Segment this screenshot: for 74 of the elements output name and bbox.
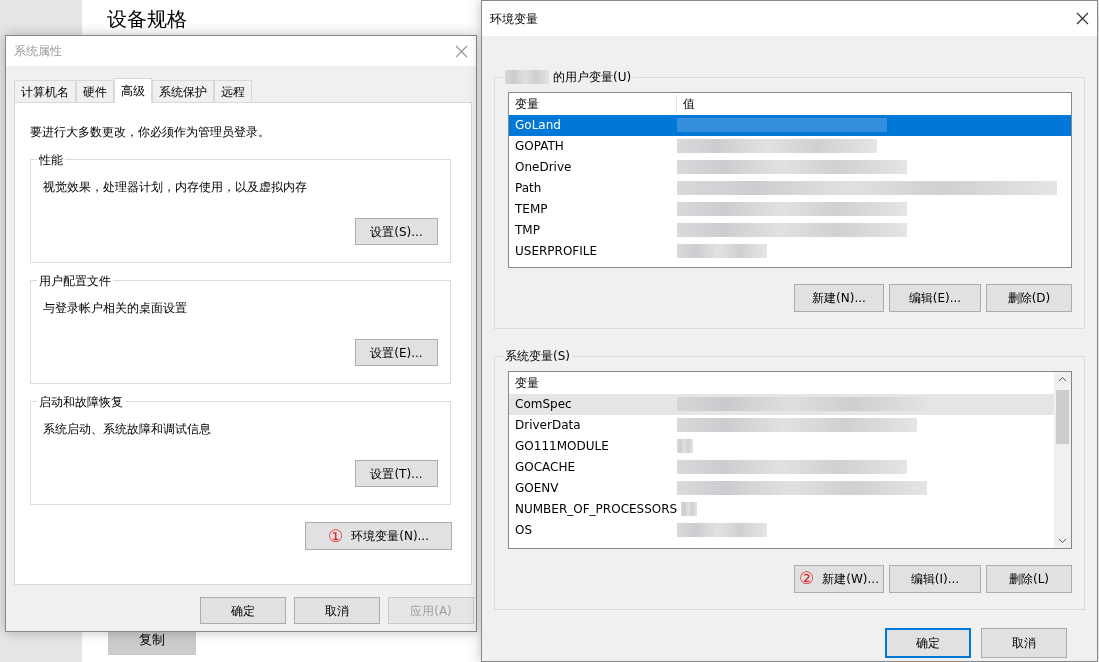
- table-row[interactable]: GO111MODULE: [509, 435, 1054, 457]
- scroll-up-icon[interactable]: [1058, 375, 1067, 382]
- close-button[interactable]: [1076, 12, 1089, 25]
- table-row[interactable]: OneDrive: [509, 156, 1071, 178]
- annotation-number: ①: [327, 527, 344, 545]
- admin-note: 要进行大多数更改，你必须作为管理员登录。: [30, 124, 271, 141]
- tab[interactable]: 计算机名: [14, 80, 76, 102]
- group-title: 系统变量(S): [505, 347, 570, 365]
- button[interactable]: 设置(S)...: [355, 218, 438, 245]
- group-description: 视觉效果，处理器计划，内存使用，以及虚拟内存: [43, 179, 308, 196]
- button[interactable]: ② 新建(W)...: [794, 564, 884, 593]
- blurred-value: [681, 502, 698, 517]
- button[interactable]: 确定: [200, 597, 286, 624]
- button[interactable]: 删除(L): [986, 564, 1072, 593]
- button[interactable]: ① 环境变量(N)...: [305, 522, 452, 550]
- table-row[interactable]: TEMP: [509, 198, 1071, 220]
- button[interactable]: 设置(E)...: [355, 339, 438, 366]
- column-header: 变量: [514, 374, 540, 392]
- group-title: 启动和故障恢复: [37, 393, 125, 411]
- table-row[interactable]: GOCACHE: [509, 456, 1054, 478]
- window-title: 环境变量: [490, 10, 538, 28]
- variable-name: GoLand: [514, 117, 562, 135]
- table-row[interactable]: NUMBER_OF_PROCESSORS: [509, 498, 1054, 520]
- variable-name: GO111MODULE: [514, 438, 610, 456]
- group-description: 系统启动、系统故障和调试信息: [43, 421, 212, 438]
- column-header: 值: [682, 95, 695, 113]
- table-row[interactable]: GOENV: [509, 477, 1054, 499]
- blurred-value: [677, 439, 693, 454]
- tab[interactable]: 硬件: [76, 80, 114, 102]
- variable-name: OneDrive: [514, 159, 573, 177]
- variable-name: OS: [514, 522, 534, 540]
- tab[interactable]: 高级: [114, 78, 152, 103]
- table-row[interactable]: ComSpec: [509, 393, 1054, 415]
- close-icon: [455, 44, 468, 58]
- button[interactable]: 删除(D): [986, 283, 1072, 312]
- variable-name: ComSpec: [514, 396, 573, 414]
- blurred-username: [505, 70, 549, 85]
- tab[interactable]: 系统保护: [152, 80, 214, 102]
- group-description: 与登录帐户相关的桌面设置: [43, 300, 188, 317]
- annotation-number: ②: [799, 570, 815, 588]
- window-title: 系统属性: [14, 43, 62, 60]
- variable-name: DriverData: [514, 417, 582, 435]
- table-row[interactable]: OS: [509, 519, 1054, 541]
- variable-name: USERPROFILE: [514, 243, 599, 261]
- page-heading: 设备规格: [107, 6, 187, 33]
- variable-name: TMP: [514, 222, 541, 240]
- group-title: 用户配置文件: [37, 272, 113, 290]
- button[interactable]: 取消: [981, 627, 1067, 658]
- button[interactable]: 取消: [294, 597, 380, 624]
- scrollbar-thumb[interactable]: [1056, 389, 1069, 444]
- button[interactable]: 编辑(E)...: [889, 283, 981, 312]
- button[interactable]: 设置(T)...: [355, 460, 438, 487]
- variable-name: TEMP: [514, 201, 549, 219]
- column-header: 变量: [509, 94, 677, 113]
- table-row[interactable]: Path: [509, 177, 1071, 199]
- variable-name: GOENV: [514, 480, 560, 498]
- scroll-down-icon[interactable]: [1058, 537, 1067, 544]
- group-title: 的用户变量(U): [553, 69, 632, 86]
- button[interactable]: 编辑(I)...: [889, 564, 981, 593]
- table-row[interactable]: TMP: [509, 219, 1071, 241]
- tab[interactable]: 远程: [214, 80, 252, 102]
- close-icon: [1076, 12, 1089, 25]
- variable-name: GOCACHE: [514, 459, 577, 477]
- button[interactable]: 确定: [885, 627, 971, 658]
- variable-name: Path: [514, 180, 543, 198]
- variable-name: GOPATH: [514, 138, 565, 156]
- button[interactable]: 新建(N)...: [794, 283, 884, 312]
- group-title: 性能: [37, 151, 65, 169]
- table-row[interactable]: USERPROFILE: [509, 240, 1071, 262]
- table-row[interactable]: DriverData: [509, 414, 1054, 436]
- table-row[interactable]: GOPATH: [509, 135, 1071, 157]
- scrollbar[interactable]: [1054, 371, 1071, 548]
- variable-name: NUMBER_OF_PROCESSORS: [514, 501, 679, 519]
- table-row[interactable]: GoLand: [509, 114, 1071, 136]
